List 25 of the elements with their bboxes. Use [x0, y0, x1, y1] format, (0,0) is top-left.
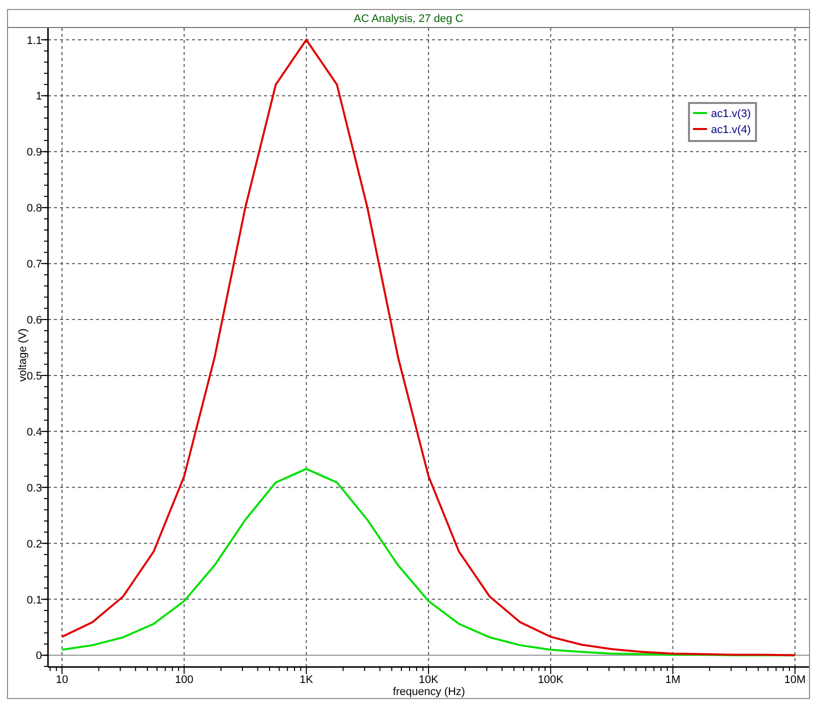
legend-label: ac1.v(4)	[711, 124, 751, 136]
tick-label: 10K	[418, 674, 438, 686]
axis-label: voltage (V)	[17, 328, 29, 382]
tick-label: 0.1	[26, 594, 42, 606]
tick-label: 1K	[300, 674, 314, 686]
tick-label: 0.2	[26, 538, 42, 550]
tick-label: 10M	[784, 674, 806, 686]
tick-label: 1.1	[26, 34, 42, 47]
tick-label: 100	[174, 674, 194, 686]
tick-label: 0.9	[26, 146, 42, 159]
tick-label: 0.5	[26, 370, 42, 382]
legend-box	[688, 102, 757, 142]
tick-label: 0	[36, 650, 42, 662]
axis-label: frequency (Hz)	[392, 686, 466, 698]
tick-label: 0.7	[26, 258, 42, 271]
tick-label: 0.3	[26, 482, 42, 494]
tick-label: 1	[36, 90, 42, 103]
tick-label: 0.8	[26, 202, 42, 215]
tick-label: 1M	[665, 674, 680, 686]
tick-label: 100K	[538, 674, 564, 686]
tick-label: 0.4	[26, 426, 42, 438]
tick-label: 0.6	[26, 314, 42, 327]
chart-title: AC Analysis, 27 deg C	[354, 12, 464, 24]
legend-label: ac1.v(3)	[711, 108, 751, 120]
tick-label: 10	[56, 674, 68, 686]
